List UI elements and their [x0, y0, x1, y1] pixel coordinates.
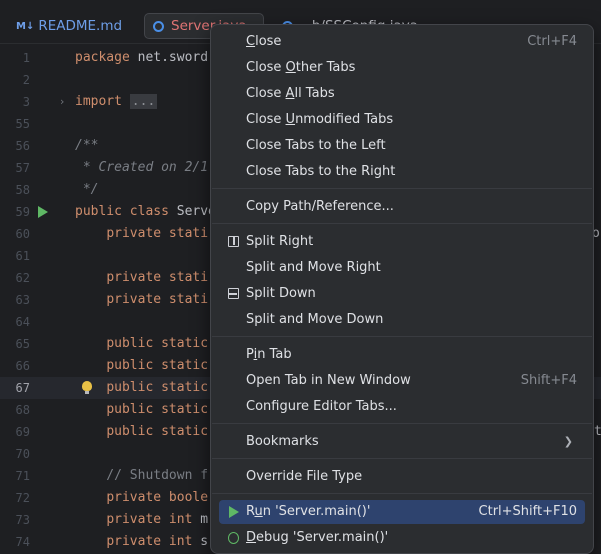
line-number: 71	[15, 469, 30, 483]
menu-item-open-new-window[interactable]: Open Tab in New Window Shift+F4	[219, 369, 585, 393]
java-class-icon	[153, 20, 164, 32]
shortcut: Ctrl+Shift+F10	[478, 504, 577, 519]
line-number: 68	[15, 403, 30, 417]
code-text: package net.sword	[75, 50, 209, 65]
run-gutter-icon[interactable]	[38, 206, 48, 218]
menu-item-copy-path[interactable]: Copy Path/Reference...	[219, 195, 585, 219]
fold-expand-icon[interactable]: ›	[55, 91, 69, 113]
chevron-right-icon: ❯	[563, 435, 573, 448]
menu-item-split-right[interactable]: Split Right	[219, 230, 585, 254]
menu-separator	[212, 223, 592, 224]
line-number: 74	[15, 535, 30, 549]
code-text: * Created on 2/1	[75, 160, 209, 175]
line-number: 72	[15, 491, 30, 505]
menu-item-run[interactable]: Run 'Server.main()' Ctrl+Shift+F10	[219, 500, 585, 524]
menu-separator	[212, 423, 592, 424]
menu-item-close-unmodified-tabs[interactable]: Close Unmodified Tabs	[219, 108, 585, 132]
menu-item-close-tabs-right[interactable]: Close Tabs to the Right	[219, 160, 585, 184]
menu-item-override-file-type[interactable]: Override File Type	[219, 465, 585, 489]
tab-label: README.md	[38, 18, 123, 34]
code-text: // Shutdown f	[75, 468, 209, 483]
line-number: 57	[15, 161, 30, 175]
line-number: 69	[15, 425, 30, 439]
menu-item-split-move-down[interactable]: Split and Move Down	[219, 308, 585, 332]
code-text: private boole	[106, 490, 209, 505]
shortcut: Shift+F4	[520, 373, 577, 388]
tab-context-menu: Close Ctrl+F4 Close Other Tabs Close All…	[210, 24, 594, 554]
split-down-icon	[228, 288, 239, 299]
code-text: private int s	[106, 534, 209, 549]
line-number: 64	[15, 315, 30, 329]
markdown-icon: M↓	[16, 20, 35, 32]
shortcut: Ctrl+F4	[527, 34, 577, 49]
code-text: public static	[106, 424, 209, 439]
menu-item-split-move-right[interactable]: Split and Move Right	[219, 256, 585, 280]
code-text: public static	[106, 380, 209, 395]
menu-item-pin-tab[interactable]: Pin Tab	[219, 343, 585, 367]
menu-item-close-all-tabs[interactable]: Close All Tabs	[219, 82, 585, 106]
menu-item-close-tabs-left[interactable]: Close Tabs to the Left	[219, 134, 585, 158]
line-number: 58	[15, 183, 30, 197]
line-number: 66	[15, 359, 30, 373]
menu-item-debug[interactable]: Debug 'Server.main()'	[219, 526, 585, 550]
split-right-icon	[228, 236, 239, 247]
line-number: 65	[15, 337, 30, 351]
line-number: 70	[15, 447, 30, 461]
menu-item-bookmarks[interactable]: Bookmarks ❯	[219, 430, 585, 454]
debug-icon	[228, 532, 239, 544]
line-number: 55	[15, 117, 30, 131]
code-text: import ...	[75, 94, 158, 109]
line-number: 63	[15, 293, 30, 307]
code-text: */	[75, 182, 99, 197]
code-text: private stati	[106, 292, 209, 307]
menu-separator	[212, 458, 592, 459]
menu-item-split-down[interactable]: Split Down	[219, 282, 585, 306]
line-number: 59	[15, 205, 30, 219]
line-number: 1	[22, 51, 30, 65]
code-text: private int m	[106, 512, 209, 527]
line-number: 73	[15, 513, 30, 527]
line-number: 2	[22, 73, 30, 87]
menu-item-close-other-tabs[interactable]: Close Other Tabs	[219, 56, 585, 80]
code-text: /**	[75, 138, 99, 153]
code-text: public class Server	[75, 204, 224, 219]
menu-separator	[212, 336, 592, 337]
code-text: private stati	[106, 270, 209, 285]
line-number: 61	[15, 249, 30, 263]
line-number: 60	[15, 227, 30, 241]
code-overflow-fragment: t	[594, 424, 601, 439]
line-number: 67	[15, 381, 30, 395]
run-icon	[229, 506, 239, 518]
code-text: private stati	[106, 226, 209, 241]
line-number: 3	[22, 95, 30, 109]
line-number: 62	[15, 271, 30, 285]
code-text: public static	[106, 358, 209, 373]
code-text: public static	[106, 336, 209, 351]
code-text: public static	[106, 402, 209, 417]
menu-item-configure-editor-tabs[interactable]: Configure Editor Tabs...	[219, 395, 585, 419]
menu-separator	[212, 188, 592, 189]
tab-readme[interactable]: M↓ README.md	[16, 13, 122, 39]
menu-separator	[212, 493, 592, 494]
menu-item-close[interactable]: Close Ctrl+F4	[219, 30, 585, 54]
line-number: 56	[15, 139, 30, 153]
